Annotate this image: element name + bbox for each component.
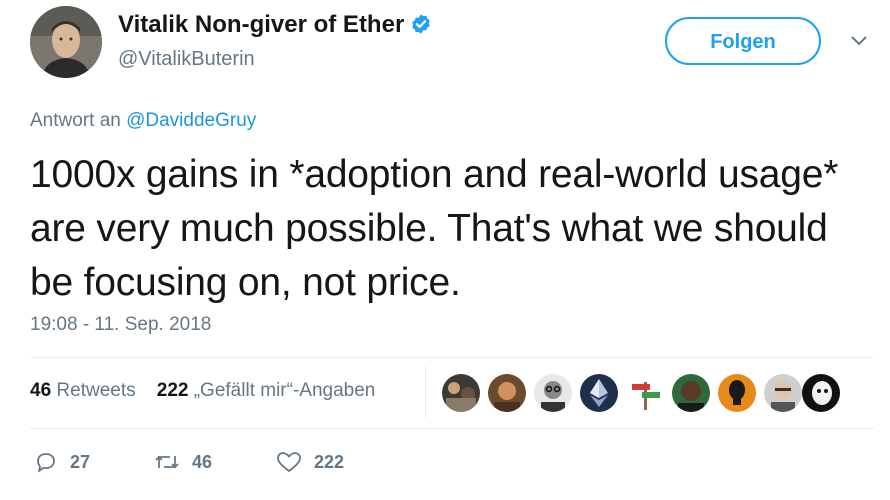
- liker-avatar[interactable]: [488, 374, 526, 412]
- verified-badge-icon: [412, 14, 430, 34]
- likes-stat[interactable]: 222 „Gefällt mir“-Angaben: [157, 380, 376, 401]
- divider-bottom: [30, 428, 874, 429]
- tweet-timestamp[interactable]: 19:08 - 11. Sep. 2018: [30, 314, 211, 336]
- tweet-text: 1000x gains in *adoption and real-world …: [30, 153, 839, 304]
- retweets-label: Retweets: [56, 380, 136, 401]
- liker-avatar[interactable]: [534, 374, 572, 412]
- reply-icon: [37, 453, 55, 472]
- retweets-count: 46: [30, 380, 52, 401]
- divider-top: [30, 357, 874, 358]
- engagement-stats: 46 Retweets 222 „Gefällt mir“-Angaben: [30, 380, 375, 402]
- heart-icon: [277, 452, 301, 472]
- liker-avatar[interactable]: [802, 374, 840, 412]
- retweet-icon: [155, 455, 179, 469]
- liker-avatar[interactable]: [442, 374, 480, 412]
- stats-separator: [425, 366, 426, 418]
- liker-avatar[interactable]: [672, 374, 710, 412]
- retweet-action[interactable]: 46: [154, 450, 212, 474]
- likes-count: 222: [156, 380, 189, 401]
- follow-button[interactable]: Folgen: [665, 17, 821, 65]
- signpost-avatar-icon[interactable]: [626, 374, 664, 412]
- reply-prefix: Antwort an: [30, 110, 121, 131]
- display-name[interactable]: Vitalik Non-giver of Ether: [118, 11, 432, 39]
- reply-context: Antwort an @DaviddeGruy: [30, 110, 256, 132]
- user-handle[interactable]: @VitalikButerin: [118, 48, 255, 71]
- like-count: 222: [314, 451, 345, 472]
- display-name-text[interactable]: Vitalik Non-giver of Ether: [118, 11, 404, 38]
- ethereum-avatar-icon[interactable]: [580, 374, 618, 412]
- tweet-header: Vitalik Non-giver of Ether @VitalikButer…: [0, 0, 890, 100]
- reply-action[interactable]: 27: [34, 450, 90, 474]
- reply-handle-link[interactable]: @DaviddeGruy: [126, 110, 256, 131]
- retweets-stat[interactable]: 46 Retweets: [30, 380, 136, 401]
- reply-count: 27: [70, 451, 91, 472]
- like-action[interactable]: 222: [276, 450, 344, 474]
- likes-label: „Gefällt mir“-Angaben: [193, 380, 376, 401]
- lamp-avatar-icon[interactable]: [718, 374, 756, 412]
- retweet-count: 46: [192, 451, 213, 472]
- chevron-down-icon[interactable]: [850, 34, 868, 48]
- profile-avatar[interactable]: [30, 6, 102, 78]
- liker-avatar[interactable]: [764, 374, 802, 412]
